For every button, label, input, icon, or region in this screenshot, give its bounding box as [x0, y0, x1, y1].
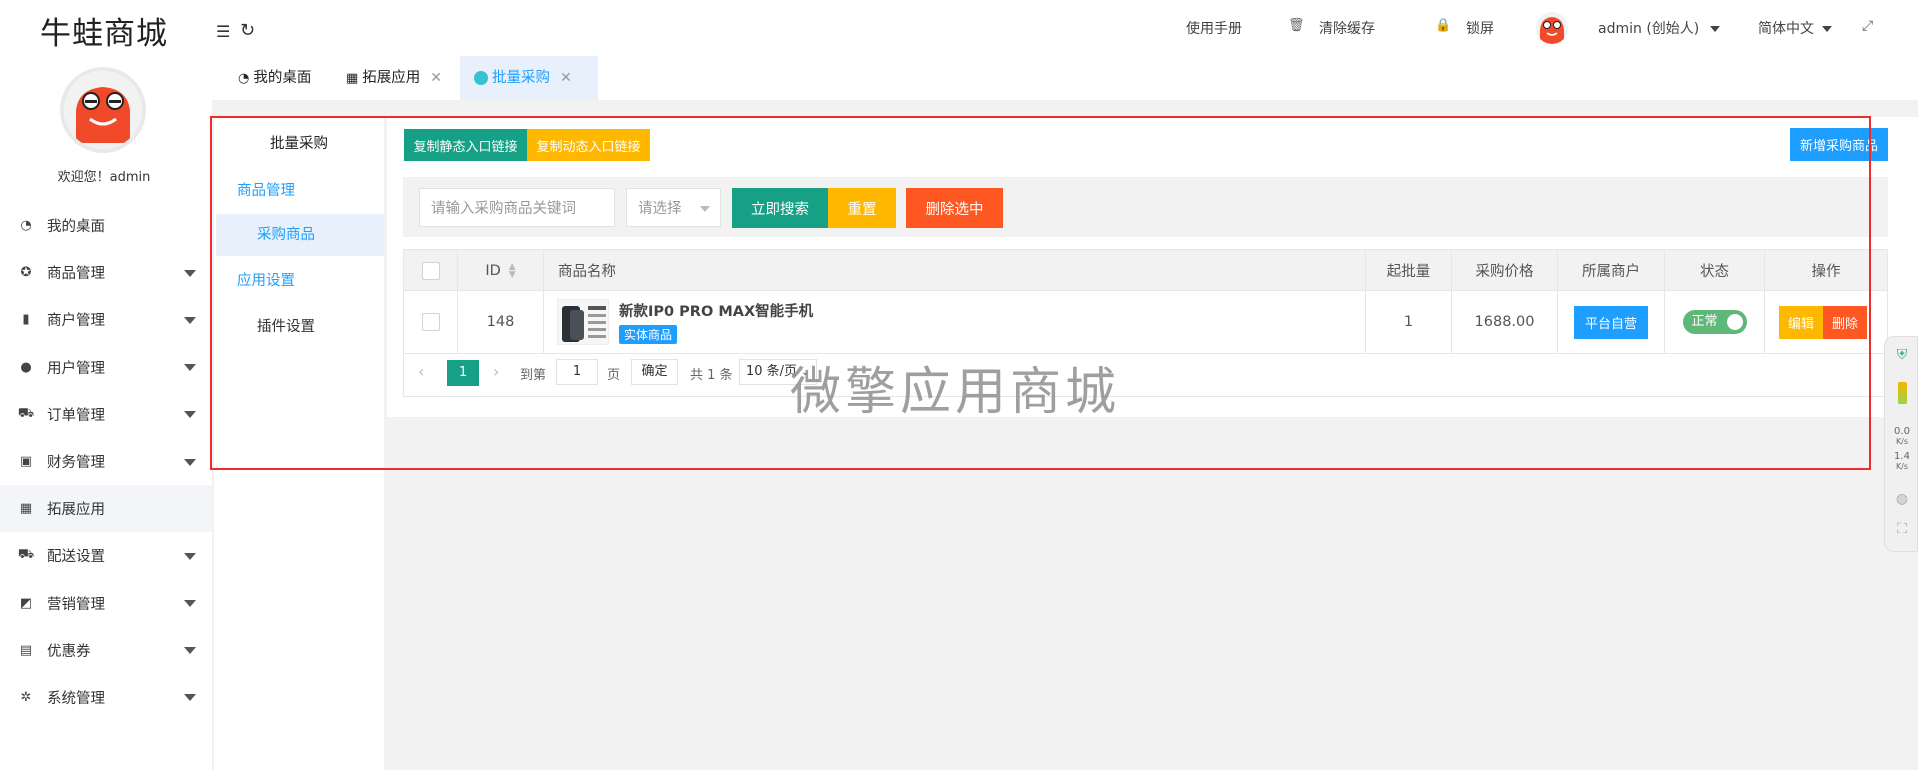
sidebar-item-gear[interactable]: ✲ 系统管理	[0, 674, 212, 721]
circle-dot-icon	[474, 71, 488, 85]
sidebar-item-chart[interactable]: ◩ 营销管理	[0, 580, 212, 627]
fullscreen-icon[interactable]: ⤢	[1862, 18, 1873, 34]
chart-icon: ◩	[19, 595, 33, 611]
sidebar-item-settings[interactable]: ✪ 商品管理	[0, 249, 212, 296]
apps-icon: ▦	[19, 501, 33, 517]
sidebar-item-label: 我的桌面	[47, 219, 105, 236]
sidebar-item-label: 配送设置	[47, 549, 105, 566]
caret-down-icon	[184, 694, 196, 702]
tab-my-desktop[interactable]: ◔ 我的桌面	[226, 56, 334, 100]
caret-down-icon	[184, 647, 196, 655]
clear-cache-link[interactable]: 清除缓存	[1319, 18, 1375, 38]
sidebar-item-label: 系统管理	[47, 690, 105, 707]
language-label: 简体中文	[1758, 21, 1814, 37]
truck-icon: ⛟	[17, 547, 35, 563]
refresh-icon[interactable]: ↻	[240, 20, 255, 41]
building-icon: ▮	[22, 312, 30, 328]
battery-icon	[1885, 382, 1918, 407]
sidebar-item-label: 营销管理	[47, 596, 105, 613]
sidebar: 牛蛙商城 欢迎您！admin ◔ 我的桌面 ✪ 商品管理 ▮ 商户管理 ● 用户管理 ⛟ 订单管理…	[0, 0, 212, 770]
sidebar-item-label: 用户管理	[47, 360, 105, 377]
tab-label: 批量采购	[492, 70, 550, 86]
tab-label: 拓展应用	[362, 70, 421, 86]
trash-icon[interactable]: 🗑	[1288, 18, 1305, 33]
caret-down-icon	[184, 364, 196, 372]
close-icon[interactable]: ✕	[560, 70, 572, 86]
upload-unit: K/s	[1895, 437, 1909, 446]
sidebar-item-label: 订单管理	[47, 407, 105, 424]
dashboard-icon: ◔	[20, 218, 32, 234]
user-menu[interactable]: admin (创始人)	[1598, 18, 1720, 38]
sidebar-item-user[interactable]: ● 用户管理	[0, 344, 212, 391]
lock-icon[interactable]: 🔒	[1435, 18, 1451, 33]
sidebar-item-label: 财务管理	[47, 455, 105, 472]
settings-icon: ✪	[20, 265, 32, 281]
welcome-text: 欢迎您！admin	[57, 170, 151, 185]
download-speed: 1.4	[1894, 451, 1910, 462]
avatar[interactable]	[60, 67, 146, 153]
app-logo[interactable]: 牛蛙商城	[40, 8, 168, 53]
coupon-icon: ▤	[19, 642, 33, 658]
sidebar-item-money[interactable]: ▣ 财务管理	[0, 438, 212, 485]
sidebar-item-label: 拓展应用	[47, 502, 105, 519]
upload-speed: 0.0	[1894, 426, 1910, 437]
user-avatar[interactable]	[1536, 12, 1568, 44]
sidebar-item-label: 商户管理	[47, 313, 105, 330]
download-unit: K/s	[1895, 462, 1909, 471]
sidebar-item-building[interactable]: ▮ 商户管理	[0, 296, 212, 343]
caret-down-icon	[184, 269, 196, 277]
sidebar-item-coupon[interactable]: ▤ 优惠券	[0, 627, 212, 674]
screenshot-icon[interactable]: ⛶	[1885, 521, 1918, 537]
caret-down-icon	[184, 552, 196, 560]
tab-bulk-purchase[interactable]: 批量采购 ✕	[460, 56, 598, 100]
boost-icon[interactable]: ◍	[1885, 491, 1918, 507]
sidebar-item-apps[interactable]: ▦ 拓展应用	[0, 485, 212, 533]
close-icon[interactable]: ✕	[430, 70, 442, 86]
caret-down-icon	[184, 411, 196, 419]
gear-icon: ✲	[20, 689, 32, 705]
user-name: admin (创始人)	[1598, 21, 1700, 37]
sidebar-item-label: 商品管理	[47, 266, 105, 283]
chevron-down-icon	[1822, 26, 1833, 32]
language-select[interactable]: 简体中文	[1758, 18, 1833, 38]
tab-extensions[interactable]: ▦ 拓展应用 ✕	[334, 56, 462, 100]
shield-icon: ⛨	[1896, 347, 1908, 363]
sidebar-item-cart[interactable]: ⛟ 订单管理	[0, 391, 212, 438]
caret-down-icon	[184, 600, 196, 608]
sidebar-menu: ◔ 我的桌面 ✪ 商品管理 ▮ 商户管理 ● 用户管理 ⛟ 订单管理 ▣ 财务管理 ▦ 拓展应用 ⛟ 配送设置…	[0, 202, 212, 721]
dashboard-icon: ◔	[238, 71, 250, 86]
sidebar-item-truck[interactable]: ⛟ 配送设置	[0, 532, 212, 579]
apps-icon: ▦	[346, 71, 359, 86]
sidebar-item-dashboard[interactable]: ◔ 我的桌面	[0, 202, 212, 249]
collapse-menu-icon[interactable]: ☰	[216, 22, 230, 41]
lock-screen-link[interactable]: 锁屏	[1466, 18, 1494, 38]
caret-down-icon	[184, 316, 196, 324]
watermark: 微擎应用商城	[790, 363, 1121, 422]
caret-down-icon	[184, 458, 196, 466]
cart-icon: ⛟	[17, 405, 35, 421]
floating-monitor[interactable]: ⛨ 0.0 K/s 1.4 K/s ◍ ⛶	[1884, 336, 1918, 552]
user-icon: ●	[20, 359, 32, 375]
chevron-down-icon	[1709, 26, 1720, 32]
money-icon: ▣	[19, 454, 33, 470]
manual-link[interactable]: 使用手册	[1186, 18, 1242, 38]
sidebar-item-label: 优惠券	[47, 643, 91, 660]
tab-label: 我的桌面	[253, 70, 312, 86]
